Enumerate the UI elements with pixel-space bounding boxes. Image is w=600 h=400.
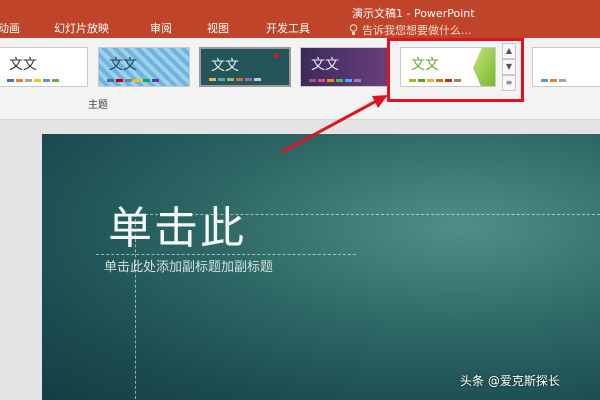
- theme-swatches: [7, 79, 59, 82]
- lightbulb-icon: [349, 24, 358, 35]
- theme-thumbnail-dark-teal[interactable]: 文文: [199, 47, 291, 87]
- watermark: 头条 @爱克斯探长: [460, 374, 560, 388]
- theme-swatches: [209, 78, 261, 81]
- selected-dot-icon: [274, 53, 279, 58]
- tab-review[interactable]: 审阅: [150, 22, 172, 35]
- theme-label: 文文: [211, 58, 239, 74]
- theme-swatches: [541, 79, 566, 82]
- slide-subtitle[interactable]: 单击此处添加副标题加副标题: [104, 256, 273, 275]
- tab-view[interactable]: 视图: [207, 22, 229, 35]
- tell-me-search[interactable]: 告诉我您想要做什么...: [349, 22, 472, 38]
- theme-swatches: [309, 79, 361, 82]
- theme-label: 文文: [311, 57, 339, 73]
- group-label-themes: 主题: [88, 100, 108, 111]
- highlight-box: [387, 38, 524, 102]
- theme-thumbnail-pattern[interactable]: 文文: [98, 47, 190, 87]
- theme-thumbnail-purple[interactable]: 文文: [300, 47, 390, 87]
- theme-label: 文文: [109, 57, 137, 73]
- tab-animations[interactable]: 动画: [0, 22, 20, 35]
- tab-slideshow[interactable]: 幻灯片放映: [54, 22, 109, 35]
- slide-title[interactable]: 单击此: [108, 192, 246, 256]
- tell-me-placeholder: 告诉我您想要做什么...: [362, 24, 472, 37]
- ribbon-header: 演示文稿1 - PowerPoint 动画 幻灯片放映 审阅 视图 开发工具 告…: [0, 0, 600, 38]
- theme-swatches: [107, 79, 159, 82]
- theme-label: 文文: [9, 57, 37, 73]
- tab-developer[interactable]: 开发工具: [266, 22, 310, 35]
- theme-thumbnail-office[interactable]: 文文: [0, 47, 88, 87]
- theme-thumbnail-plain[interactable]: [532, 47, 600, 87]
- window-title: 演示文稿1 - PowerPoint: [352, 7, 475, 20]
